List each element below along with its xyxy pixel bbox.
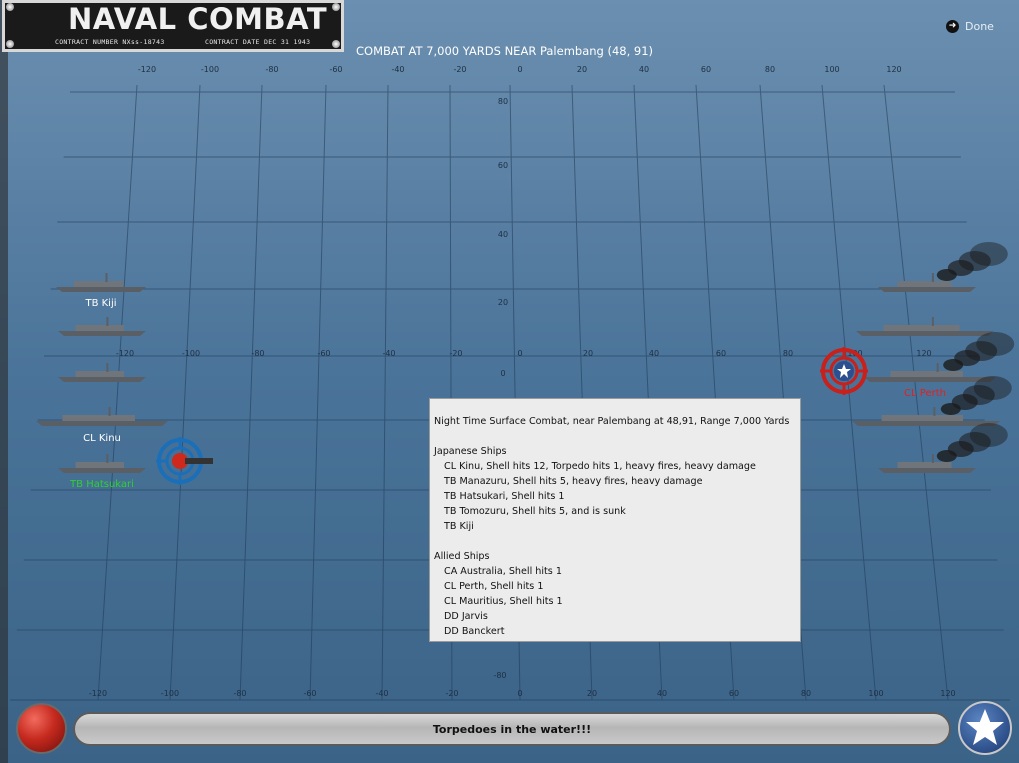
report-line: DD Banckert [444, 626, 505, 637]
japanese-ship [58, 363, 146, 382]
report-line: CA Australia, Shell hits 1 [444, 566, 562, 577]
ship-label-kiji: TB Kiji [85, 298, 117, 309]
report-line: TB Manazuru, Shell hits 5, heavy fires, … [444, 476, 703, 487]
ship-label-perth: CL Perth [904, 388, 946, 399]
report-line: CL Mauritius, Shell hits 1 [444, 596, 563, 607]
report-line: TB Hatsukari, Shell hits 1 [444, 491, 565, 502]
combat-report-panel: Night Time Surface Combat, near Palemban… [429, 398, 801, 642]
allied-star-button[interactable] [958, 701, 1012, 755]
allied-ship [864, 332, 1015, 382]
japanese-target-reticle [156, 437, 213, 485]
japanese-ships-header: Japanese Ships [434, 446, 507, 457]
allied-ship [852, 376, 1012, 426]
japanese-ship [58, 454, 146, 473]
report-line: TB Kiji [444, 521, 474, 532]
allied-ship [878, 423, 1008, 473]
allied-ship [856, 317, 994, 336]
ships-layer [36, 242, 1015, 485]
ship-label-kinu: CL Kinu [83, 433, 121, 444]
report-line: TB Tomozuru, Shell hits 5, and is sunk [444, 506, 626, 517]
status-bar: Torpedoes in the water!!! [73, 712, 951, 746]
japanese-ship [58, 317, 146, 336]
allied-ship [878, 242, 1008, 292]
report-line: CL Perth, Shell hits 1 [444, 581, 544, 592]
ship-label-hatsukari: TB Hatsukari [70, 479, 134, 490]
allied-target-reticle [820, 347, 868, 395]
japanese-ship [56, 273, 146, 292]
report-line: CL Kinu, Shell hits 12, Torpedo hits 1, … [444, 461, 756, 472]
allied-ships-header: Allied Ships [434, 551, 490, 562]
star-icon [966, 709, 1004, 745]
japanese-ship [36, 407, 168, 426]
report-line: DD Jarvis [444, 611, 488, 622]
red-action-button[interactable] [16, 703, 67, 754]
status-message: Torpedoes in the water!!! [432, 723, 592, 736]
report-title: Night Time Surface Combat, near Palemban… [434, 416, 790, 427]
